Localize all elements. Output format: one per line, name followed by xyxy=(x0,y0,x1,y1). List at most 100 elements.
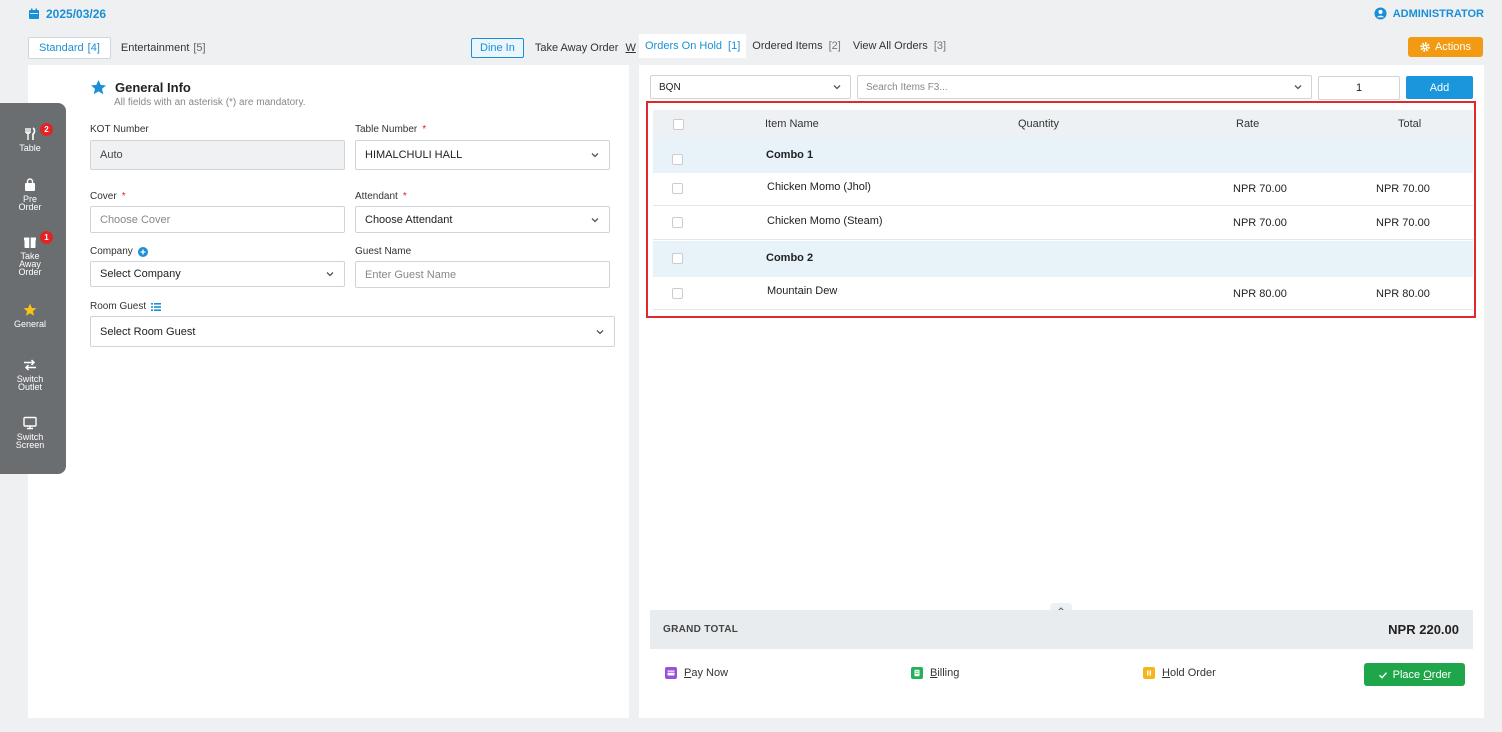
place-order-label: Place Order xyxy=(1393,669,1452,681)
tab-entertainment-count: [5] xyxy=(193,42,206,54)
nav-pre-order[interactable]: Pre Order xyxy=(0,178,60,212)
tab-view-all-orders-count: [3] xyxy=(933,40,947,52)
take-away-shortcut: W xyxy=(625,42,636,54)
take-away-label: Take Away Order xyxy=(534,42,622,54)
list-icon[interactable] xyxy=(151,302,162,312)
room-guest-label: Room Guest xyxy=(90,301,162,312)
hold-order-shortcut: H xyxy=(1162,667,1170,679)
hold-order-text: old Order xyxy=(1169,667,1216,679)
item-search-select[interactable]: Search Items F3... xyxy=(857,75,1312,99)
item-search-placeholder: Search Items F3... xyxy=(866,81,948,93)
package-icon xyxy=(24,237,36,248)
order-type-tabs: Standard [4] Entertainment [5] xyxy=(28,37,216,59)
quantity-value: 1 xyxy=(1355,82,1363,94)
cover-placeholder: Choose Cover xyxy=(100,213,171,226)
table-number-select[interactable]: HIMALCHULI HALL xyxy=(355,140,610,170)
nav-general[interactable]: General xyxy=(0,303,60,329)
tab-ordered-items-label: Ordered Items xyxy=(752,40,823,52)
user-menu[interactable]: ADMINISTRATOR xyxy=(1374,7,1484,20)
attendant-label: Attendant * xyxy=(355,191,407,202)
card-icon xyxy=(665,667,677,679)
hold-order-button[interactable]: Hold Order xyxy=(1143,667,1216,679)
actions-button[interactable]: Actions xyxy=(1408,37,1483,57)
cover-input[interactable]: Choose Cover xyxy=(90,206,345,233)
highlight-box xyxy=(646,101,1476,318)
location-value: BQN xyxy=(659,81,681,93)
billing-button[interactable]: Billing xyxy=(911,667,959,679)
side-nav: 2 Table Pre Order 1 Take Away Order Gene… xyxy=(0,103,66,474)
kot-number-field: Auto xyxy=(90,140,345,170)
place-order-text-rest: rder xyxy=(1431,668,1452,681)
billing-text: illing xyxy=(937,667,960,679)
add-company-icon[interactable] xyxy=(137,246,148,257)
tab-entertainment[interactable]: Entertainment [5] xyxy=(111,37,216,59)
nav-switch-outlet-label-2: Outlet xyxy=(17,382,42,392)
monitor-icon xyxy=(23,416,37,430)
grand-total-value: NPR 220.00 xyxy=(1388,622,1459,637)
place-order-button[interactable]: Place Order xyxy=(1364,663,1465,686)
room-guest-select[interactable]: Select Room Guest xyxy=(90,316,615,347)
service-type-tabs: Dine In Take Away Order W xyxy=(471,37,646,59)
kot-number-label-text: KOT Number xyxy=(90,124,149,135)
star-icon xyxy=(23,303,37,316)
tab-view-all-orders-label: View All Orders xyxy=(852,40,928,52)
location-select[interactable]: BQN xyxy=(650,75,851,99)
bill-icon xyxy=(911,667,923,679)
nav-take-away-badge: 1 xyxy=(40,231,53,244)
add-item-label: Add xyxy=(1429,81,1450,94)
tab-view-all-orders[interactable]: View All Orders [3] xyxy=(847,34,952,58)
table-number-label: Table Number * xyxy=(355,124,426,135)
tab-orders-on-hold-label: Orders On Hold xyxy=(645,40,723,52)
calendar-icon xyxy=(29,8,39,19)
nav-pre-order-label-2: Order xyxy=(18,202,42,212)
nav-switch-outlet[interactable]: Switch Outlet xyxy=(0,358,60,392)
guest-name-input[interactable]: Enter Guest Name xyxy=(355,261,610,288)
nav-general-label: General xyxy=(13,319,47,329)
nav-take-away-order[interactable]: 1 Take Away Order xyxy=(0,231,60,277)
company-label: Company xyxy=(90,246,148,257)
chevron-down-icon xyxy=(833,85,841,90)
add-item-button[interactable]: Add xyxy=(1406,76,1473,99)
general-info-heading: General Info xyxy=(90,79,191,96)
company-placeholder: Select Company xyxy=(100,268,181,280)
general-info-subtitle: All fields with an asterisk (*) are mand… xyxy=(114,97,306,108)
chevron-down-icon xyxy=(591,217,599,222)
hold-order-label: Hold Order xyxy=(1162,667,1216,679)
nav-switch-screen[interactable]: Switch Screen xyxy=(0,416,60,450)
pause-icon xyxy=(1143,667,1155,679)
arrows-swap-icon xyxy=(24,359,36,371)
dine-in-button[interactable]: Dine In xyxy=(471,38,524,58)
guest-name-label: Guest Name xyxy=(355,246,411,257)
take-away-order-button[interactable]: Take Away Order W xyxy=(524,37,646,59)
guest-name-placeholder: Enter Guest Name xyxy=(365,268,457,281)
nav-switch-screen-label-2: Screen xyxy=(15,440,45,450)
company-select[interactable]: Select Company xyxy=(90,261,345,287)
attendant-select[interactable]: Choose Attendant xyxy=(355,206,610,233)
place-order-text: Place xyxy=(1392,668,1424,681)
pay-now-text: ay Now xyxy=(691,667,729,679)
billing-label: Billing xyxy=(930,667,959,679)
star-icon xyxy=(91,80,106,95)
cover-label: Cover * xyxy=(90,191,126,202)
nav-table[interactable]: 2 Table xyxy=(0,123,60,153)
tab-orders-on-hold-count: [1] xyxy=(728,40,741,52)
table-number-label-text: Table Number xyxy=(355,124,418,135)
required-asterisk: * xyxy=(121,191,126,202)
attendant-label-text: Attendant xyxy=(355,191,398,202)
pay-now-label: Pay Now xyxy=(684,667,728,679)
chevron-down-icon xyxy=(326,272,334,277)
date-text: 2025/03/26 xyxy=(46,7,107,21)
top-bar: 2025/03/26 ADMINISTRATOR xyxy=(0,0,1502,28)
tab-entertainment-label: Entertainment xyxy=(120,42,190,54)
pay-now-button[interactable]: Pay Now xyxy=(665,667,728,679)
fork-knife-icon xyxy=(25,127,36,140)
tab-orders-on-hold[interactable]: Orders On Hold [1] xyxy=(639,34,747,58)
room-guest-label-text: Room Guest xyxy=(90,301,147,312)
kot-number-label: KOT Number xyxy=(90,124,149,135)
tab-ordered-items[interactable]: Ordered Items [2] xyxy=(746,34,847,58)
general-info-title: General Info xyxy=(115,80,191,95)
required-asterisk: * xyxy=(422,124,427,135)
grand-total-label: GRAND TOTAL xyxy=(663,624,739,635)
quantity-input[interactable]: 1 xyxy=(1318,76,1400,100)
tab-standard[interactable]: Standard [4] xyxy=(28,37,111,59)
